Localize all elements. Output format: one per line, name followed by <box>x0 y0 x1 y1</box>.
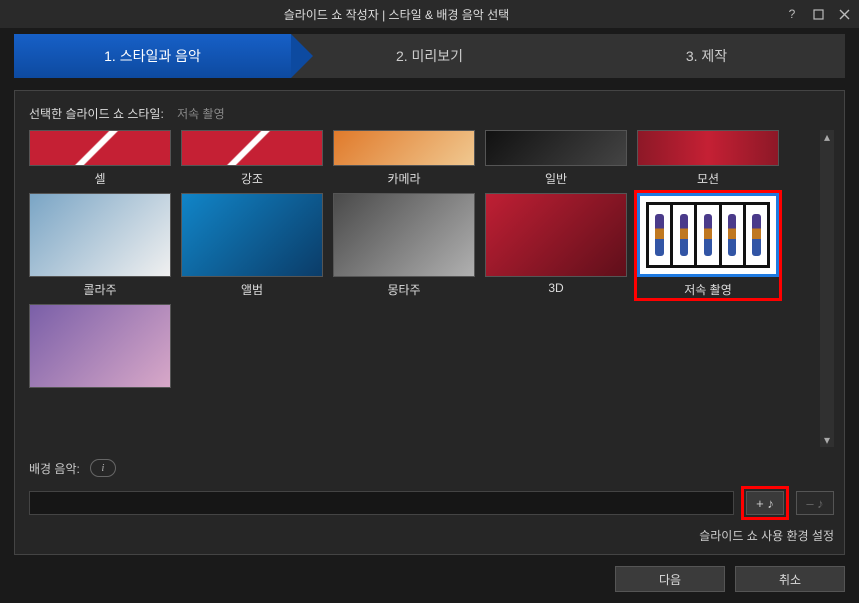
selected-style-caption: 선택한 슬라이드 쇼 스타일: <box>29 107 164 121</box>
minus-note-icon: – ♪ <box>806 496 823 511</box>
cancel-button-label: 취소 <box>779 571 801 588</box>
plus-note-icon: + ♪ <box>756 496 774 511</box>
step-produce[interactable]: 3. 제작 <box>568 34 845 78</box>
style-label: 셀 <box>29 170 171 187</box>
remove-music-button[interactable]: – ♪ <box>796 491 834 515</box>
style-label: 콜라주 <box>29 281 171 298</box>
add-music-button[interactable]: + ♪ <box>746 491 784 515</box>
gallery-scrollbar[interactable]: ▴ ▾ <box>820 130 834 447</box>
style-thumbnail <box>29 130 171 166</box>
style-label: 강조 <box>181 170 323 187</box>
style-item-3d[interactable]: 3D <box>485 193 627 298</box>
background-music-row: 배경 음악: i <box>29 459 834 477</box>
cancel-button[interactable]: 취소 <box>735 566 845 592</box>
style-thumbnail <box>637 193 779 277</box>
step-label: 1. 스타일과 음악 <box>104 46 201 66</box>
close-icon[interactable] <box>837 7 851 21</box>
titlebar-controls: ? <box>785 7 851 21</box>
style-thumbnail <box>29 193 171 277</box>
step-style-and-music[interactable]: 1. 스타일과 음악 <box>14 34 291 78</box>
next-button[interactable]: 다음 <box>615 566 725 592</box>
content-panel: 선택한 슬라이드 쇼 스타일: 저속 촬영 셀 강조 카메라 <box>14 90 845 555</box>
style-item-extra[interactable] <box>29 304 171 392</box>
style-thumbnail <box>485 130 627 166</box>
style-item-emphasis[interactable]: 강조 <box>181 130 323 187</box>
style-label: 일반 <box>485 170 627 187</box>
slideshow-preferences-link[interactable]: 슬라이드 쇼 사용 환경 설정 <box>29 527 834 544</box>
style-item-camera[interactable]: 카메라 <box>333 130 475 187</box>
step-label: 3. 제작 <box>686 46 727 66</box>
add-music-highlight: + ♪ <box>742 487 788 519</box>
style-thumbnail <box>29 304 171 388</box>
style-thumbnail <box>637 130 779 166</box>
scroll-up-icon[interactable]: ▴ <box>820 130 834 144</box>
help-icon[interactable]: ? <box>785 7 799 21</box>
maximize-icon[interactable] <box>811 7 825 21</box>
style-thumbnail <box>181 130 323 166</box>
selected-style-label-row: 선택한 슬라이드 쇼 스타일: 저속 촬영 <box>29 105 834 122</box>
style-label: 앨범 <box>181 281 323 298</box>
step-preview[interactable]: 2. 미리보기 <box>291 34 568 78</box>
style-item-cell[interactable]: 셀 <box>29 130 171 187</box>
style-item-motion[interactable]: 모션 <box>637 130 779 187</box>
style-thumbnail <box>333 193 475 277</box>
slideshow-creator-window: 슬라이드 쇼 작성자 | 스타일 & 배경 음악 선택 ? 1. 스타일과 음악… <box>0 0 859 603</box>
style-label: 카메라 <box>333 170 475 187</box>
style-item-normal[interactable]: 일반 <box>485 130 627 187</box>
scroll-down-icon[interactable]: ▾ <box>820 433 834 447</box>
style-label: 모션 <box>637 170 779 187</box>
music-info-icon[interactable]: i <box>90 459 116 477</box>
step-label: 2. 미리보기 <box>396 46 463 66</box>
style-item-montage[interactable]: 몽타주 <box>333 193 475 298</box>
background-music-label: 배경 음악: <box>29 460 80 477</box>
style-label: 3D <box>485 281 627 295</box>
style-item-album[interactable]: 앨범 <box>181 193 323 298</box>
music-input-row: + ♪ – ♪ <box>29 487 834 519</box>
next-button-label: 다음 <box>659 571 681 588</box>
titlebar: 슬라이드 쇼 작성자 | 스타일 & 배경 음악 선택 ? <box>0 0 859 28</box>
style-thumbnail <box>485 193 627 277</box>
dialog-footer: 다음 취소 <box>0 563 859 603</box>
style-thumbnail <box>333 130 475 166</box>
style-gallery-wrap: 셀 강조 카메라 일반 모션 <box>29 130 834 447</box>
style-item-collage[interactable]: 콜라주 <box>29 193 171 298</box>
wizard-steps: 1. 스타일과 음악 2. 미리보기 3. 제작 <box>14 34 845 78</box>
style-label: 몽타주 <box>333 281 475 298</box>
selected-style-name: 저속 촬영 <box>177 107 225 121</box>
style-thumbnail <box>181 193 323 277</box>
style-label: 저속 촬영 <box>637 281 779 298</box>
background-music-input[interactable] <box>29 491 734 515</box>
window-title: 슬라이드 쇼 작성자 | 스타일 & 배경 음악 선택 <box>8 6 785 23</box>
style-item-timelapse[interactable]: 저속 촬영 <box>637 193 779 298</box>
style-gallery: 셀 강조 카메라 일반 모션 <box>29 130 814 447</box>
